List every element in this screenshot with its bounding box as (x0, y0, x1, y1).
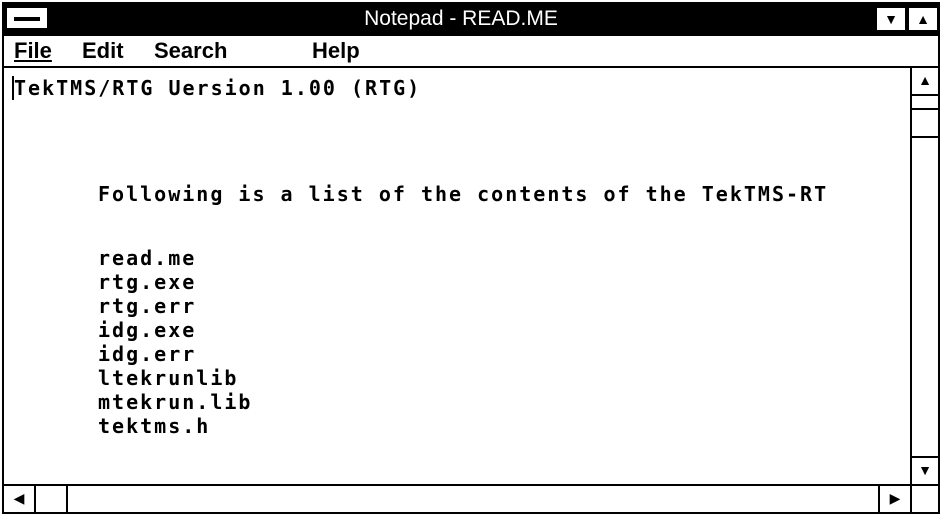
menu-search[interactable]: Search (154, 36, 227, 66)
minimize-icon[interactable]: ▼ (876, 7, 906, 31)
arrow-up-icon[interactable]: ▲ (912, 68, 938, 96)
document-line: idg.err (98, 342, 197, 366)
arrow-right-icon[interactable]: ▶ (878, 486, 910, 512)
document-line: idg.exe (98, 318, 197, 342)
system-menu-icon[interactable] (6, 7, 48, 29)
horizontal-scroll-thumb[interactable] (36, 486, 68, 512)
document-line: rtg.err (98, 294, 197, 318)
vertical-scroll-thumb[interactable] (912, 108, 938, 138)
horizontal-scrollbar[interactable]: ◀ ▶ (4, 484, 910, 512)
document-line: tektms.h (98, 414, 211, 438)
document-line: TekTMS/RTG Uersion 1.00 (RTG) (14, 76, 422, 100)
menu-bar: File Edit Search Help (4, 36, 938, 68)
arrow-down-icon[interactable]: ▼ (912, 456, 938, 484)
document-line: rtg.exe (98, 270, 197, 294)
document-line: read.me (98, 246, 197, 270)
menu-file-label: File (14, 38, 52, 63)
notepad-window: Notepad - READ.ME ▼ ▲ File Edit Search H… (2, 2, 940, 514)
scrollbar-corner (910, 484, 938, 512)
document-line: ltekrunlib (98, 366, 239, 390)
window-title: Notepad - READ.ME (364, 7, 558, 30)
menu-file[interactable]: File (14, 36, 52, 66)
menu-edit-label: Edit (82, 38, 124, 63)
menu-help-label: Help (312, 38, 360, 63)
menu-help[interactable]: Help (312, 36, 360, 66)
menu-edit[interactable]: Edit (82, 36, 124, 66)
arrow-left-icon[interactable]: ◀ (4, 486, 36, 512)
menu-search-label: Search (154, 38, 228, 63)
title-bar[interactable]: Notepad - READ.ME ▼ ▲ (4, 4, 938, 36)
text-editor[interactable]: TekTMS/RTG Uersion 1.00 (RTG) Following … (4, 68, 910, 484)
maximize-icon[interactable]: ▲ (908, 7, 938, 31)
document-line: Following is a list of the contents of t… (98, 182, 829, 206)
document-line: mtekrun.lib (98, 390, 253, 414)
vertical-scrollbar[interactable]: ▲ ▼ (910, 68, 938, 484)
